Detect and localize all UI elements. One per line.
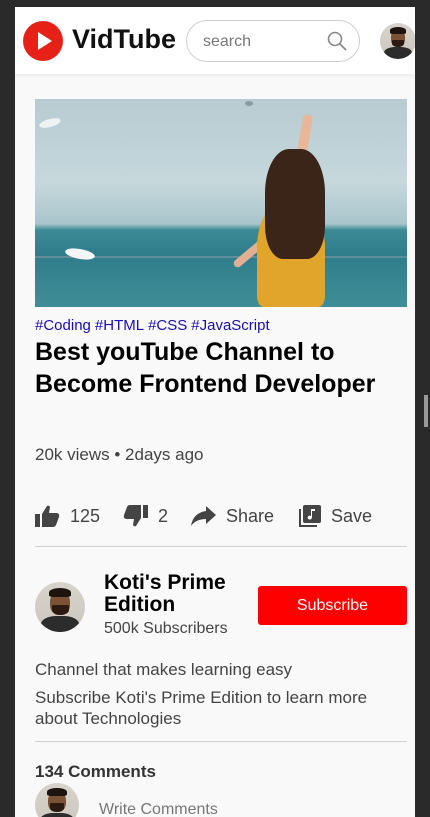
channel-description-more: Subscribe Koti's Prime Edition to learn …	[35, 688, 368, 728]
user-avatar[interactable]	[380, 23, 415, 59]
tag-link[interactable]: #HTML	[95, 317, 144, 334]
channel-description: Channel that makes learning easy	[35, 660, 293, 679]
dislike-button[interactable]: 2	[123, 501, 168, 531]
divider	[35, 741, 407, 742]
save-button[interactable]: Save	[299, 501, 372, 531]
tag-link[interactable]: #CSS	[148, 317, 187, 334]
resize-handle[interactable]	[424, 395, 428, 427]
channel-avatar[interactable]	[35, 582, 85, 632]
video-tags: #Coding #HTML #CSS #JavaScript	[35, 317, 274, 334]
thumbs-down-icon	[123, 505, 148, 527]
top-header: VidTube	[15, 7, 415, 74]
commenter-avatar	[35, 783, 79, 817]
share-label: Share	[226, 505, 275, 526]
channel-name[interactable]: Koti's Prime Edition	[104, 572, 254, 616]
subscribe-button[interactable]: Subscribe	[258, 586, 407, 625]
comments-count: 134 Comments	[35, 762, 156, 781]
search-input[interactable]	[201, 31, 325, 53]
thumbs-up-icon	[35, 505, 60, 527]
search-icon[interactable]	[327, 31, 347, 56]
app-logo-text[interactable]: VidTube	[72, 24, 176, 55]
tag-link[interactable]: #Coding	[35, 317, 91, 334]
divider	[35, 546, 407, 547]
comment-input[interactable]	[97, 798, 381, 817]
share-button[interactable]: Share	[191, 501, 274, 531]
page-frame: VidTube #Coding#HTML#CSS#JavaScript Best…	[15, 7, 415, 817]
video-actions: 125 2 Share Save	[35, 501, 405, 531]
like-button[interactable]: 125	[35, 501, 100, 531]
play-logo-icon[interactable]	[23, 21, 63, 61]
playlist-add-icon	[299, 505, 321, 527]
save-label: Save	[331, 505, 373, 526]
dislike-count: 2	[158, 505, 169, 526]
search-box[interactable]	[186, 20, 360, 62]
video-thumbnail[interactable]	[35, 99, 407, 307]
video-meta: 20k views • 2days ago	[35, 445, 204, 464]
like-count: 125	[70, 505, 101, 526]
video-title: Best youTube Channel to Become Frontend …	[35, 338, 376, 398]
tag-link[interactable]: #JavaScript	[191, 317, 269, 334]
share-arrow-icon	[191, 506, 216, 526]
subscriber-count: 500k Subscribers	[104, 620, 228, 637]
